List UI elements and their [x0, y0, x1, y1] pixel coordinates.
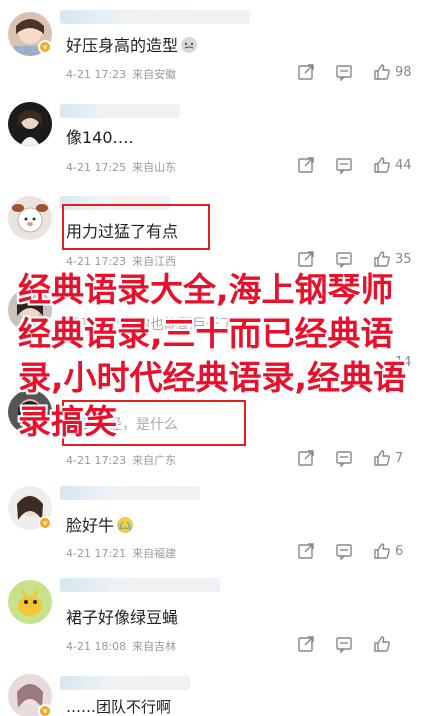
like-icon[interactable]: [373, 635, 391, 653]
comment-meta: 4-21 17:21 来自福建: [66, 545, 176, 561]
comment-source: 来自广东: [132, 454, 177, 467]
comment-actions: 98: [297, 62, 415, 82]
share-icon[interactable]: [297, 635, 315, 653]
username-blurred[interactable]: [60, 10, 250, 24]
comment-icon[interactable]: [335, 156, 353, 174]
like-icon[interactable]: [373, 542, 391, 560]
comment-actions: 44: [297, 155, 415, 175]
avatar[interactable]: [8, 580, 52, 624]
share-icon[interactable]: [297, 542, 315, 560]
highlight-box: [62, 204, 210, 250]
comment-date: 4-21 17:23: [66, 255, 127, 268]
comment-text-content: 好压身高的造型: [66, 36, 179, 55]
comment-meta: 4-21 17:23 来自广东: [66, 452, 176, 468]
verified-badge-icon: v: [38, 704, 52, 716]
verified-badge-icon: v: [38, 516, 52, 530]
like-icon[interactable]: [373, 156, 391, 174]
avatar[interactable]: [8, 196, 52, 240]
verified-badge-icon: v: [38, 40, 52, 54]
username-blurred[interactable]: [60, 578, 220, 592]
comment-source: 来自吉林: [132, 640, 177, 653]
comment-text: ……团队不行啊: [66, 696, 171, 716]
like-icon[interactable]: [373, 63, 391, 81]
crying-face-icon: [116, 516, 134, 534]
comment-date: 4-21 18:08: [66, 640, 127, 653]
share-icon[interactable]: [297, 63, 315, 81]
comment-text: 好压身高的造型: [66, 32, 198, 56]
comment-text: 像140….: [66, 124, 134, 148]
comment-icon[interactable]: [335, 449, 353, 467]
overlay-title: 经典语录大全,海上钢琴师经典语录,三十而已经典语录,小时代经典语录,经典语录搞笑: [18, 270, 407, 441]
share-icon[interactable]: [297, 449, 315, 467]
like-count: 98: [395, 64, 412, 80]
comment-icon[interactable]: [335, 63, 353, 81]
comment-source: 来自江西: [132, 255, 177, 268]
comment-text-content: ……团队不行啊: [66, 698, 172, 716]
comment-text-content: 像140….: [66, 128, 134, 147]
comment-text: 脸好牛: [66, 512, 134, 536]
like-icon[interactable]: [373, 449, 391, 467]
comment-icon[interactable]: [335, 542, 353, 560]
comment-meta: 4-21 17:23 来自安徽: [66, 66, 176, 82]
comment-date: 4-21 17:21: [66, 547, 127, 560]
comment-date: 4-21 17:23: [66, 454, 127, 467]
like-count: 44: [395, 157, 412, 173]
like-count: 35: [395, 251, 412, 267]
comment-date: 4-21 17:25: [66, 161, 127, 174]
username-blurred[interactable]: [60, 676, 190, 690]
comment-meta: 4-21 17:23 来自江西: [66, 253, 176, 269]
comment-actions: 7: [297, 448, 415, 468]
comment-text: 裙子好像绿豆蝇: [66, 604, 178, 628]
share-icon[interactable]: [297, 250, 315, 268]
like-count: 7: [395, 450, 404, 466]
comment-text-content: 脸好牛: [66, 516, 115, 535]
comment-icon[interactable]: [335, 635, 353, 653]
comment-source: 来自安徽: [132, 68, 177, 81]
comment-icon[interactable]: [335, 250, 353, 268]
comment-text-content: 裙子好像绿豆蝇: [66, 608, 179, 627]
comment-actions: 35: [297, 249, 415, 269]
like-icon[interactable]: [373, 250, 391, 268]
share-icon[interactable]: [297, 156, 315, 174]
comment-source: 来自山东: [132, 161, 177, 174]
comment-meta: 4-21 18:08 来自吉林: [66, 638, 176, 654]
comment-meta: 4-21 17:25 来自山东: [66, 159, 176, 175]
face-icon: [180, 36, 198, 54]
username-blurred[interactable]: [60, 486, 200, 500]
like-count: 6: [395, 543, 404, 559]
comment-source: 来自福建: [132, 547, 177, 560]
comment-actions: [297, 634, 415, 654]
comment-date: 4-21 17:23: [66, 68, 127, 81]
comment-actions: 6: [297, 541, 415, 561]
avatar[interactable]: [8, 102, 52, 146]
username-blurred[interactable]: [60, 104, 180, 118]
